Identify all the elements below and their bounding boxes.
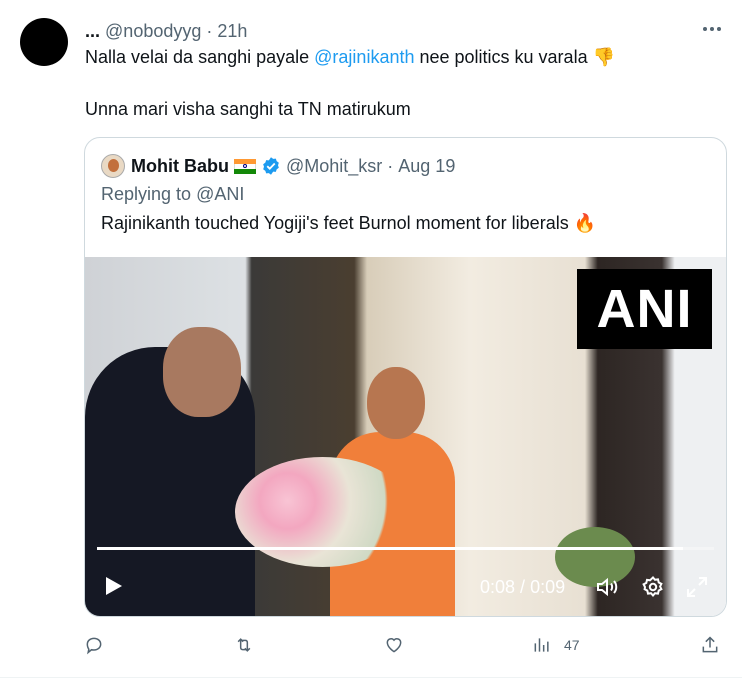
video-progress-fill	[97, 547, 684, 550]
quoted-tweet[interactable]: Mohit Babu @Mohit_ksr · Aug 19 Replying …	[84, 137, 727, 617]
quote-header: Mohit Babu @Mohit_ksr · Aug 19	[101, 154, 455, 178]
timestamp[interactable]: 21h	[217, 21, 247, 41]
views-button[interactable]: 47	[532, 632, 580, 658]
quote-text: Rajinikanth touched Yogiji's feet Burnol…	[101, 213, 597, 233]
video-player[interactable]: ANI 0:08 / 0:09	[85, 257, 726, 616]
tweet-actions: 47	[84, 632, 724, 658]
retweet-icon	[237, 638, 251, 652]
like-icon	[386, 638, 402, 653]
retweet-button[interactable]	[234, 632, 254, 658]
video-timecode: 0:08 / 0:09	[480, 577, 565, 598]
india-flag-icon	[233, 158, 256, 174]
settings-gear-icon[interactable]	[641, 575, 665, 599]
quote-avatar[interactable]	[101, 154, 125, 178]
tweet-text-line: Nalla velai da sanghi payale @rajinikant…	[85, 45, 615, 69]
text-segment: Nalla velai da sanghi payale	[85, 47, 315, 67]
share-icon	[702, 636, 718, 653]
user-handle[interactable]: @nobodyyg	[105, 21, 201, 41]
views-icon	[534, 638, 549, 652]
fullscreen-icon[interactable]	[685, 575, 709, 599]
avatar[interactable]	[20, 18, 68, 66]
time-current: 0:08	[480, 577, 516, 597]
video-figure	[367, 367, 425, 439]
separator: ·	[206, 21, 213, 41]
time-total: 0:09	[530, 577, 566, 597]
replying-prefix: Replying to	[101, 184, 197, 204]
reply-icon	[86, 637, 102, 655]
tweet-text-line: Unna mari visha sanghi ta TN matirukum	[85, 99, 411, 119]
more-options-icon[interactable]	[700, 20, 724, 38]
play-icon[interactable]	[101, 574, 125, 598]
reply-button[interactable]	[84, 632, 104, 658]
watermark-logo: ANI	[577, 269, 712, 349]
video-progress-bar[interactable]	[97, 547, 714, 550]
video-bouquet	[235, 457, 410, 567]
like-button[interactable]	[384, 632, 404, 658]
mention-link[interactable]: @rajinikanth	[314, 47, 414, 67]
volume-icon[interactable]	[595, 575, 619, 599]
text-segment: nee politics ku varala 👎	[414, 47, 615, 67]
tweet-header: ... @nobodyyg · 21h	[85, 20, 247, 42]
share-button[interactable]	[700, 632, 720, 658]
separator: ·	[387, 155, 394, 176]
video-figure	[163, 327, 241, 417]
views-count: 47	[564, 637, 580, 653]
quote-display-name[interactable]: Mohit Babu	[131, 156, 229, 177]
display-name[interactable]: ...	[85, 21, 100, 41]
replying-to: Replying to @ANI	[101, 184, 244, 205]
verified-badge-icon	[263, 157, 279, 175]
quote-handle[interactable]: @Mohit_ksr	[286, 156, 382, 177]
time-separator: /	[515, 577, 531, 597]
replying-to-link[interactable]: @ANI	[196, 184, 244, 204]
tweet[interactable]: ... @nobodyyg · 21h Nalla velai da sangh…	[0, 0, 742, 678]
quote-date[interactable]: Aug 19	[398, 156, 455, 177]
